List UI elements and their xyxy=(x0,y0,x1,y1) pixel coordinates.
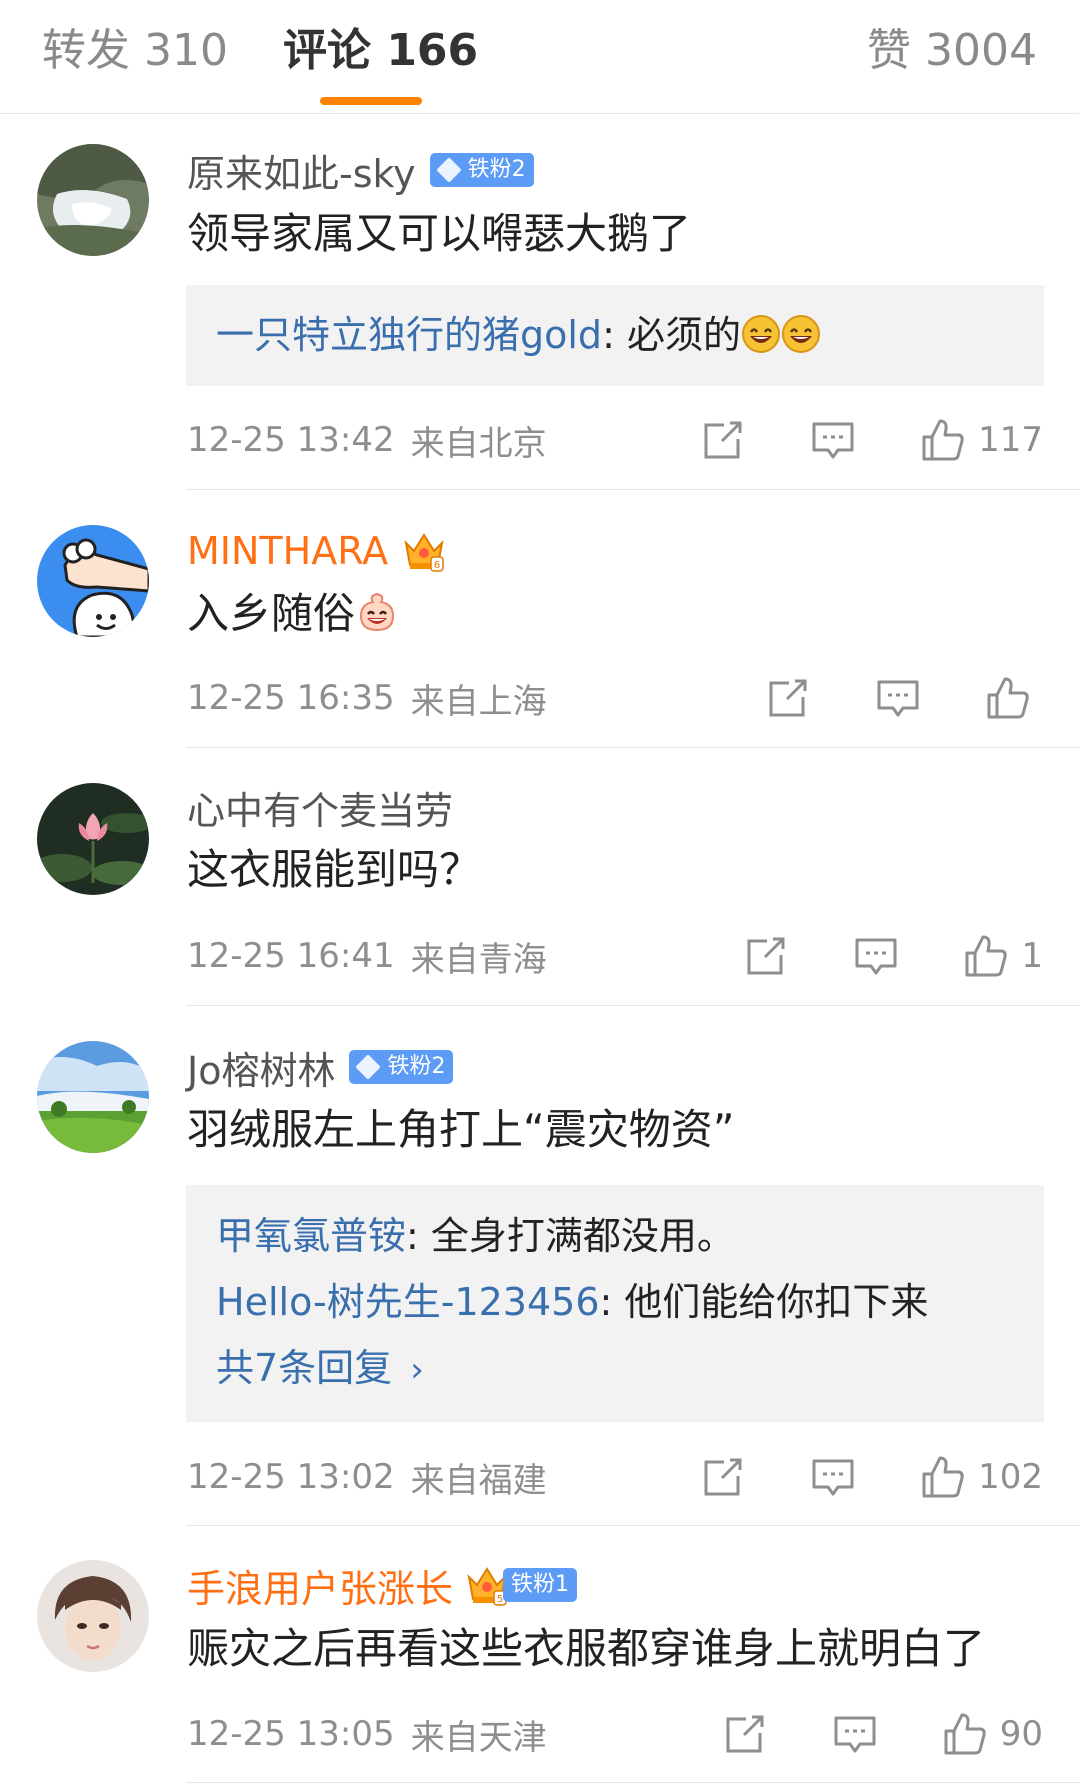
share-icon[interactable] xyxy=(765,675,811,721)
comment-meta-row: 12-25 13:05 来自天津 90 xyxy=(187,1706,1043,1762)
comment-actions: 90 xyxy=(722,1711,1043,1757)
laughing-emoji-icon xyxy=(781,314,821,354)
avatar[interactable] xyxy=(37,1560,149,1672)
like-button[interactable]: 1 xyxy=(963,933,1043,979)
reply-line: Hello-树先生-123456: 他们能给你扣下来 xyxy=(216,1269,1014,1335)
active-tab-indicator xyxy=(320,97,422,105)
reply-icon[interactable] xyxy=(810,417,856,463)
laughing-emoji-icon xyxy=(741,314,781,354)
username[interactable]: MINTHARA xyxy=(187,529,388,573)
diamond-icon xyxy=(355,1054,382,1080)
reply-box[interactable]: 一只特立独行的猪gold: 必须的 xyxy=(186,285,1044,386)
more-replies-label: 共7条回复 xyxy=(216,1346,393,1390)
like-button[interactable] xyxy=(985,675,1043,721)
name-row: Jo榕树林 铁粉2 xyxy=(187,1039,454,1095)
comment-meta-row: 12-25 13:02 来自福建 102 xyxy=(187,1449,1043,1505)
fan-badge: 铁粉2 xyxy=(429,153,534,187)
comment-text: 入乡随俗 xyxy=(187,585,399,643)
comment-meta-row: 12-25 13:42 来自北京 117 xyxy=(187,412,1043,468)
reply-text: : 全身打满都没用。 xyxy=(406,1214,735,1258)
divider xyxy=(186,1525,1079,1526)
comment-time: 12-25 13:02 xyxy=(187,1457,395,1497)
divider xyxy=(186,1782,1079,1783)
comment-actions: 102 xyxy=(700,1454,1043,1500)
share-icon[interactable] xyxy=(700,1454,746,1500)
comment-text: 领导家属又可以嘚瑟大鹅了 xyxy=(187,209,692,258)
comment-time: 12-25 16:35 xyxy=(187,678,395,718)
name-row: MINTHARA 6 xyxy=(187,523,446,579)
name-row: 心中有个麦当劳 xyxy=(187,779,453,835)
grinning-face-emoji-icon xyxy=(355,590,399,634)
comment-actions: 117 xyxy=(700,417,1043,463)
comment-location: 来自上海 xyxy=(410,681,547,722)
comment-location: 来自青海 xyxy=(410,939,547,980)
tab-repost[interactable]: 转发 310 xyxy=(42,20,228,82)
reply-icon[interactable] xyxy=(832,1711,878,1757)
like-button[interactable]: 90 xyxy=(942,1711,1043,1757)
name-row: 原来如此-sky 铁粉2 xyxy=(187,142,534,198)
more-replies-link[interactable]: 共7条回复 › xyxy=(216,1335,1014,1403)
comment-time: 12-25 13:05 xyxy=(187,1714,395,1754)
name-row: 手浪用户张涨长 5 铁粉1 xyxy=(187,1557,578,1613)
like-count: 90 xyxy=(999,1714,1043,1754)
username[interactable]: 手浪用户张涨长 xyxy=(187,1558,453,1613)
reply-text: : 他们能给你扣下来 xyxy=(599,1280,929,1324)
comment-text: 羽绒服左上角打上“震灾物资” xyxy=(187,1105,735,1154)
comment-text-content: 入乡随俗 xyxy=(187,589,356,638)
fan-badge-label: 铁粉2 xyxy=(467,157,526,182)
share-icon[interactable] xyxy=(722,1711,768,1757)
comment-actions xyxy=(765,675,1043,721)
reply-username[interactable]: Hello-树先生-123456 xyxy=(216,1280,600,1324)
reply-line: 一只特立独行的猪gold: 必须的 xyxy=(216,302,1014,368)
reply-icon[interactable] xyxy=(875,675,921,721)
comment-tab-bar: 转发 310 评论 166 赞 3004 xyxy=(0,0,1079,114)
username[interactable]: 原来如此-sky xyxy=(187,143,416,198)
comment-location: 来自天津 xyxy=(410,1717,547,1758)
reply-username[interactable]: 甲氧氯普铵 xyxy=(216,1214,406,1258)
comment-text: 赈灾之后再看这些衣服都穿谁身上就明白了 xyxy=(187,1624,986,1673)
comment-time: 12-25 16:41 xyxy=(187,936,395,976)
like-button[interactable]: 102 xyxy=(920,1454,1043,1500)
avatar[interactable] xyxy=(37,783,149,895)
reply-text: : 必须的 xyxy=(602,313,741,357)
avatar[interactable] xyxy=(37,1041,149,1153)
username[interactable]: Jo榕树林 xyxy=(187,1040,335,1095)
fan-badge-label: 铁粉2 xyxy=(387,1054,446,1079)
divider xyxy=(186,1005,1079,1006)
like-button[interactable]: 117 xyxy=(920,417,1043,463)
svg-text:6: 6 xyxy=(434,560,440,571)
fan-badge: 铁粉2 xyxy=(349,1050,454,1084)
reply-line: 甲氧氯普铵: 全身打满都没用。 xyxy=(216,1203,1014,1269)
avatar[interactable] xyxy=(37,525,149,637)
tab-likes[interactable]: 赞 3004 xyxy=(867,20,1037,82)
avatar[interactable] xyxy=(37,144,149,256)
comment-time: 12-25 13:42 xyxy=(187,420,395,460)
divider xyxy=(186,747,1079,748)
diamond-icon xyxy=(435,157,462,183)
divider xyxy=(186,489,1079,490)
reply-icon[interactable] xyxy=(810,1454,856,1500)
comment-meta-row: 12-25 16:41 来自青海 1 xyxy=(187,928,1043,984)
reply-username[interactable]: 一只特立独行的猪gold xyxy=(216,313,602,357)
crown-icon: 6 xyxy=(402,529,446,573)
share-icon[interactable] xyxy=(700,417,746,463)
comment-actions: 1 xyxy=(743,933,1043,979)
username[interactable]: 心中有个麦当劳 xyxy=(187,780,453,835)
chevron-right-icon: › xyxy=(410,1350,424,1390)
like-count: 102 xyxy=(978,1457,1043,1497)
crown-fan-badge: 5 铁粉1 xyxy=(465,1563,578,1607)
fan-badge: 铁粉1 xyxy=(503,1568,578,1602)
comment-location: 来自福建 xyxy=(410,1460,547,1501)
fan-badge-label: 铁粉1 xyxy=(511,1572,570,1597)
comment-meta-row: 12-25 16:35 来自上海 xyxy=(187,670,1043,726)
share-icon[interactable] xyxy=(743,933,789,979)
comment-text: 这衣服能到吗？ xyxy=(187,845,482,894)
reply-box[interactable]: 甲氧氯普铵: 全身打满都没用。 Hello-树先生-123456: 他们能给你扣… xyxy=(186,1185,1044,1422)
like-count: 1 xyxy=(1021,936,1043,976)
comment-location: 来自北京 xyxy=(410,423,547,464)
tab-comments[interactable]: 评论 166 xyxy=(283,20,478,82)
like-count: 117 xyxy=(978,420,1043,460)
reply-icon[interactable] xyxy=(853,933,899,979)
